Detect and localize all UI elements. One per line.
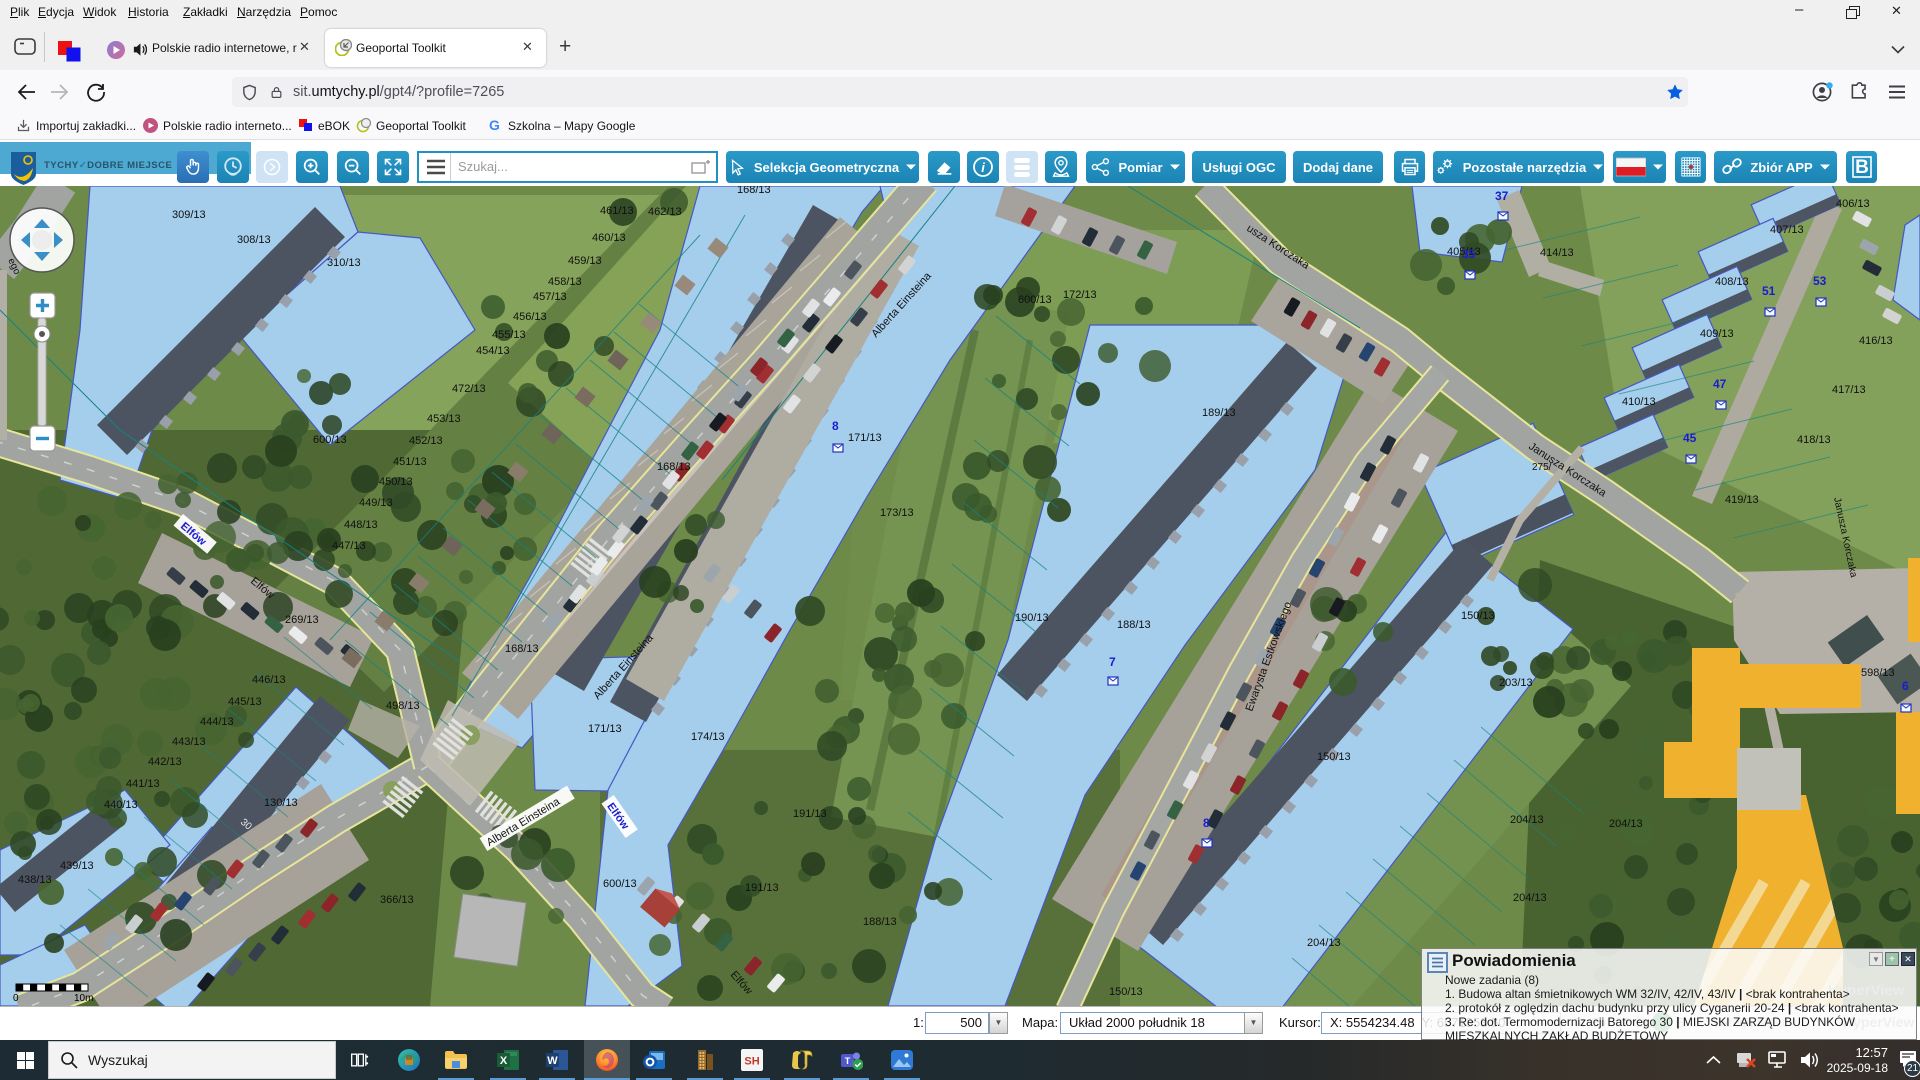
svg-text:35: 35 [1462,247,1476,261]
svg-text:439/13: 439/13 [60,860,94,872]
svg-text:408/13: 408/13 [1715,276,1749,288]
svg-text:204/13: 204/13 [1510,814,1544,826]
svg-text:407/13: 407/13 [1770,224,1804,236]
svg-text:190/13: 190/13 [1015,612,1049,624]
svg-text:416/13: 416/13 [1859,335,1893,347]
svg-text:203/13: 203/13 [1499,677,1533,689]
svg-text:150/13: 150/13 [1317,751,1351,763]
svg-text:SH: SH [744,1056,759,1068]
svg-text:53: 53 [1813,274,1827,288]
svg-text:W: W [547,1055,558,1067]
svg-text:450/13: 450/13 [379,476,413,488]
svg-text:168/13: 168/13 [505,643,539,655]
svg-text:X: X [500,1055,508,1067]
svg-text:150/13: 150/13 [1109,986,1143,998]
svg-text:188/13: 188/13 [1117,619,1151,631]
svg-text:7: 7 [1109,655,1116,669]
svg-text:10m: 10m [74,993,93,1004]
svg-text:275/: 275/ [1532,462,1552,473]
svg-text:204/13: 204/13 [1513,892,1547,904]
svg-text:130/13: 130/13 [264,797,298,809]
svg-text:150/13: 150/13 [1461,610,1495,622]
svg-text:600/13: 600/13 [603,878,637,890]
svg-text:442/13: 442/13 [148,756,182,768]
svg-text:460/13: 460/13 [592,232,626,244]
svg-text:174/13: 174/13 [691,731,725,743]
svg-text:366/13: 366/13 [380,894,414,906]
svg-text:456/13: 456/13 [513,311,547,323]
svg-text:455/13: 455/13 [492,329,526,341]
svg-text:6: 6 [1902,679,1909,693]
svg-text:451/13: 451/13 [393,456,427,468]
svg-text:458/13: 458/13 [548,276,582,288]
svg-text:462/13: 462/13 [648,206,682,218]
svg-text:171/13: 171/13 [588,723,622,735]
svg-text:419/13: 419/13 [1725,494,1759,506]
svg-text:168/13: 168/13 [737,184,771,196]
svg-text:600/13: 600/13 [313,434,347,446]
svg-text:204/13: 204/13 [1307,937,1341,949]
svg-text:269/13: 269/13 [285,614,319,626]
svg-text:461/13: 461/13 [600,205,634,217]
svg-text:453/13: 453/13 [427,413,461,425]
svg-text:445/13: 445/13 [228,696,262,708]
svg-text:441/13: 441/13 [126,778,160,790]
svg-text:444/13: 444/13 [200,716,234,728]
svg-text:i: i [981,160,985,175]
svg-text:459/13: 459/13 [568,255,602,267]
svg-text:598/13: 598/13 [1861,667,1895,679]
svg-text:310/13: 310/13 [327,257,361,269]
svg-text:447/13: 447/13 [332,540,366,552]
svg-text:37: 37 [1495,189,1509,203]
svg-text:409/13: 409/13 [1700,328,1734,340]
svg-text:472/13: 472/13 [452,383,486,395]
svg-text:448/13: 448/13 [344,519,378,531]
svg-text:0: 0 [13,993,19,1004]
svg-text:47: 47 [1713,377,1727,391]
svg-text:410/13: 410/13 [1622,396,1656,408]
svg-text:309/13: 309/13 [172,209,206,221]
svg-text:189/13: 189/13 [1202,407,1236,419]
svg-text:45: 45 [1683,431,1697,445]
svg-text:51: 51 [1762,284,1776,298]
svg-text:B: B [1855,157,1869,178]
svg-text:443/13: 443/13 [172,736,206,748]
svg-text:498/13: 498/13 [386,700,420,712]
svg-text:191/13: 191/13 [745,882,779,894]
svg-text:452/13: 452/13 [409,435,443,447]
svg-text:600/13: 600/13 [1018,294,1052,306]
svg-text:172/13: 172/13 [1063,289,1097,301]
svg-text:449/13: 449/13 [359,497,393,509]
svg-text:308/13: 308/13 [237,234,271,246]
svg-text:188/13: 188/13 [863,916,897,928]
svg-text:457/13: 457/13 [533,291,567,303]
svg-text:454/13: 454/13 [476,345,510,357]
svg-text:417/13: 417/13 [1832,384,1866,396]
svg-text:173/13: 173/13 [880,507,914,519]
svg-text:168/13: 168/13 [657,461,691,473]
svg-text:440/13: 440/13 [104,799,138,811]
svg-text:438/13: 438/13 [18,874,52,886]
svg-text:191/13: 191/13 [793,808,827,820]
svg-text:8: 8 [832,419,839,433]
svg-text:406/13: 406/13 [1836,198,1870,210]
svg-text:8: 8 [1203,816,1210,830]
svg-text:418/13: 418/13 [1797,434,1831,446]
svg-text:T: T [845,1056,851,1066]
svg-text:204/13: 204/13 [1609,818,1643,830]
svg-text:414/13: 414/13 [1540,247,1574,259]
svg-text:446/13: 446/13 [252,674,286,686]
svg-text:171/13: 171/13 [848,432,882,444]
